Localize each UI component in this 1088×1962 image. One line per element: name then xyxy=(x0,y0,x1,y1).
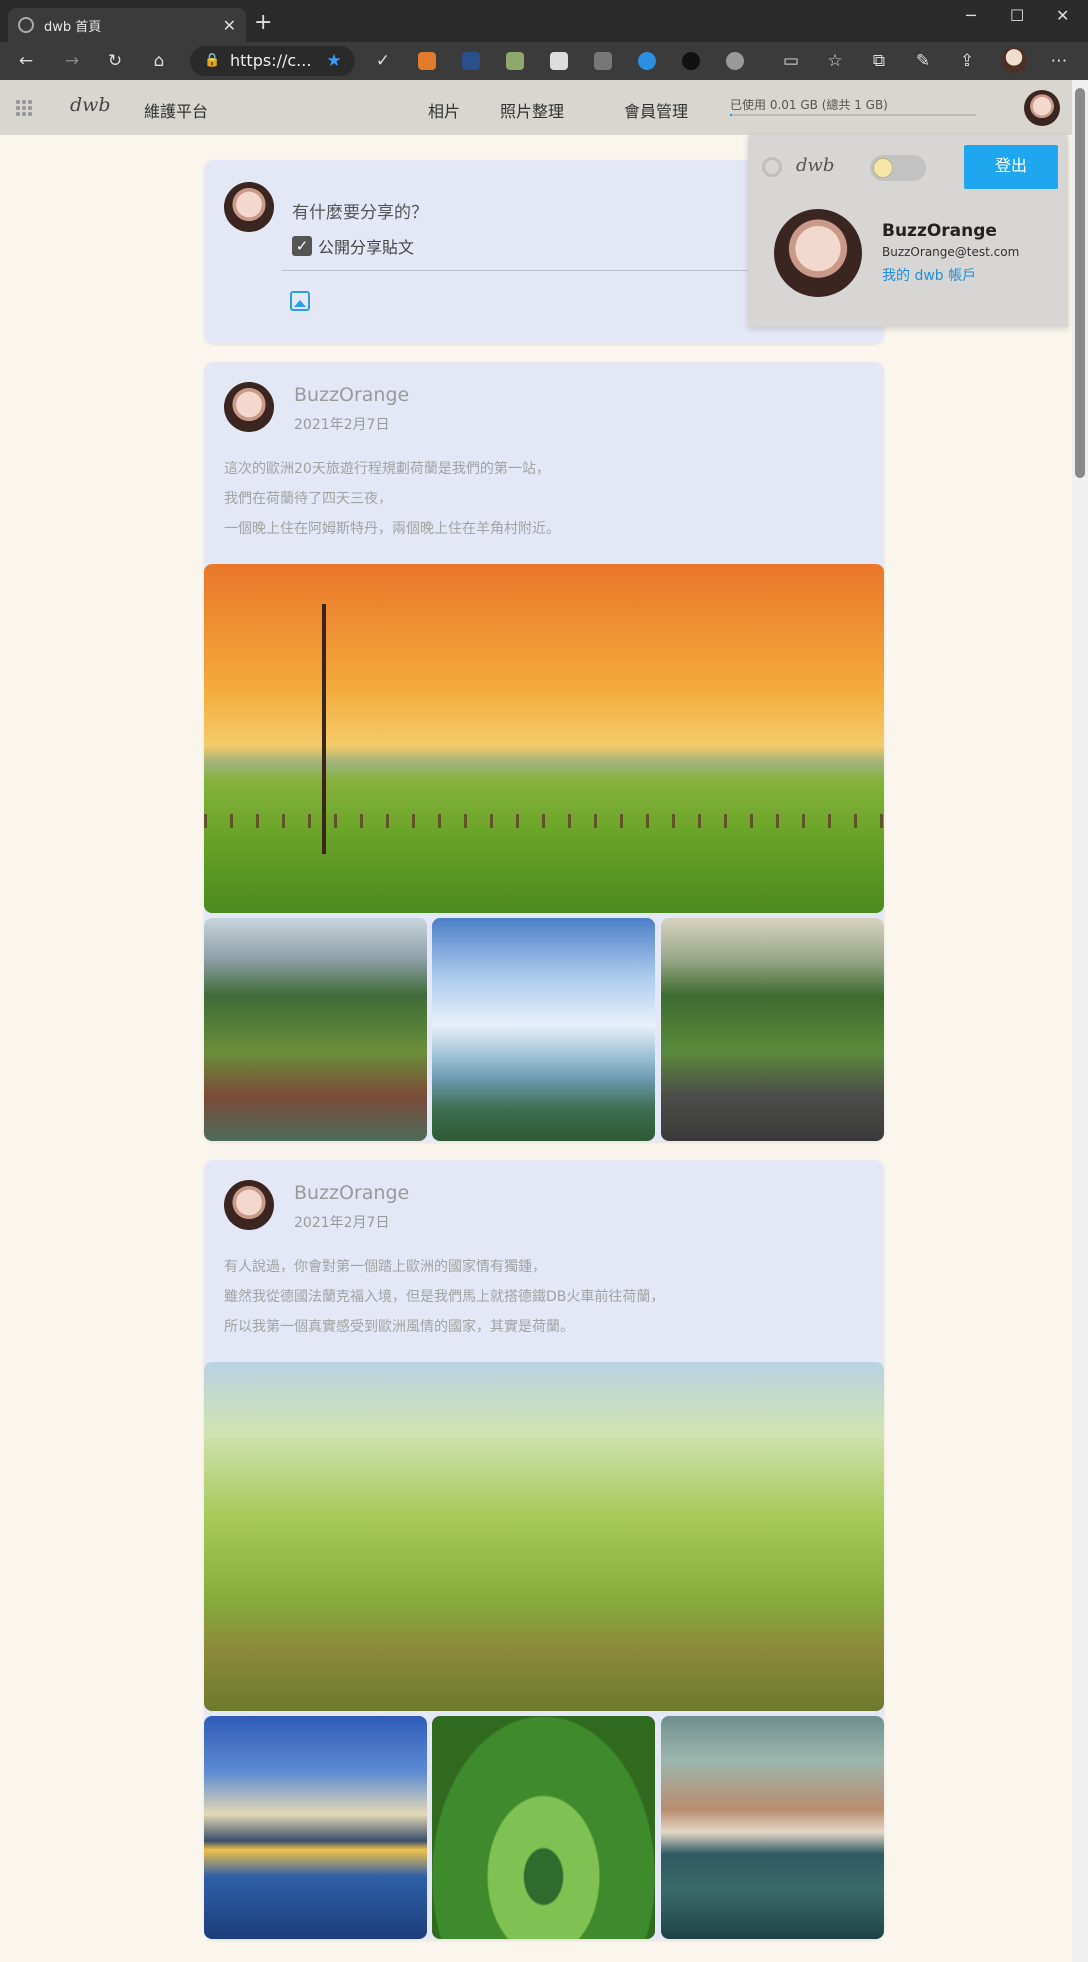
storage-usage-text: 已使用 0.01 GB (總共 1 GB) xyxy=(730,98,888,112)
post-text-line: 這次的歐洲20天旅遊行程規劃荷蘭是我們的第一站， xyxy=(224,461,550,477)
post-photo-thumb[interactable] xyxy=(661,1716,884,1939)
reload-icon[interactable]: ↻ xyxy=(104,50,126,72)
site-favicon-icon xyxy=(18,17,34,33)
post-text-line: 所以我第一個真實感受到歐洲風情的國家，其實是荷蘭。 xyxy=(224,1319,574,1335)
favorites-icon[interactable]: ☆ xyxy=(824,50,846,72)
post-photo-thumb[interactable] xyxy=(661,918,884,1141)
app-logo[interactable]: dwb xyxy=(70,94,111,116)
my-account-link[interactable]: 我的 dwb 帳戶 xyxy=(882,265,976,285)
scrollbar-thumb[interactable] xyxy=(1075,88,1085,478)
brand-title[interactable]: 維護平台 xyxy=(144,98,208,122)
post-body: 這次的歐洲20天旅遊行程規劃荷蘭是我們的第一站， 我們在荷蘭待了四天三夜， 一個… xyxy=(224,454,560,544)
post-photo-main[interactable] xyxy=(204,564,884,913)
nav-organize-photos[interactable]: 照片整理 xyxy=(500,98,564,122)
minimize-icon[interactable]: ─ xyxy=(966,6,976,25)
post-text-line: 我們在荷蘭待了四天三夜， xyxy=(224,491,392,507)
account-panel: dwb 登出 BuzzOrange BuzzOrange@test.com 我的… xyxy=(748,135,1068,327)
post-author[interactable]: BuzzOrange xyxy=(294,384,409,406)
moon-icon xyxy=(873,158,893,178)
extension-6-icon[interactable] xyxy=(638,52,656,70)
more-icon[interactable]: ⋯ xyxy=(1048,50,1070,72)
dwb-logo-icon xyxy=(762,157,782,177)
extension-2-icon[interactable] xyxy=(462,52,480,70)
forward-icon[interactable]: → xyxy=(61,50,83,72)
panel-email: BuzzOrange@test.com xyxy=(882,245,1020,259)
share-icon[interactable]: ⇪ xyxy=(956,50,978,72)
collections-icon[interactable]: ⧉ xyxy=(868,50,890,72)
post-avatar xyxy=(224,382,274,432)
panel-username: BuzzOrange xyxy=(882,221,997,241)
browser-profile-avatar[interactable] xyxy=(1001,47,1027,73)
edit-icon[interactable]: ✎ xyxy=(912,50,934,72)
post-author[interactable]: BuzzOrange xyxy=(294,1182,409,1204)
extension-3-icon[interactable] xyxy=(506,52,524,70)
extension-4-icon[interactable] xyxy=(550,52,568,70)
post-photo-thumb[interactable] xyxy=(432,918,655,1141)
panel-avatar xyxy=(774,209,862,297)
browser-toolbar: ← → ↻ ⌂ 🔒 https://c... ★ ✓ ▭ ☆ ⧉ ✎ ⇪ ⋯ xyxy=(0,42,1088,80)
post-avatar xyxy=(224,1180,274,1230)
post-photo-thumb[interactable] xyxy=(432,1716,655,1939)
tab-title: dwb 首頁 xyxy=(44,19,102,35)
panel-logo: dwb xyxy=(796,155,835,176)
app-launcher-icon[interactable] xyxy=(16,100,32,116)
post-card: BuzzOrange 2021年2月7日 有人說過，你會對第一個踏上歐洲的國家情… xyxy=(204,1160,884,1940)
post-photo-thumb[interactable] xyxy=(204,1716,427,1939)
page-scrollbar[interactable] xyxy=(1072,80,1088,1962)
extension-7-icon[interactable] xyxy=(682,52,700,70)
theme-toggle[interactable] xyxy=(870,155,926,181)
public-share-checkbox[interactable]: ✓ 公開分享貼文 xyxy=(292,234,414,258)
extension-1-icon[interactable] xyxy=(418,52,436,70)
shield-icon[interactable] xyxy=(594,52,612,70)
extension-check-icon[interactable]: ✓ xyxy=(372,50,394,72)
back-icon[interactable]: ← xyxy=(15,50,37,72)
extension-8-icon[interactable] xyxy=(726,52,744,70)
post-body: 有人說過，你會對第一個踏上歐洲的國家情有獨鍾， 雖然我從德國法蘭克福入境，但是我… xyxy=(224,1252,664,1342)
home-icon[interactable]: ⌂ xyxy=(148,50,170,72)
composer-avatar xyxy=(224,182,274,232)
window-close-icon[interactable]: ✕ xyxy=(1056,6,1069,25)
browser-tabbar: dwb 首頁 ✕ + ─ ☐ ✕ xyxy=(0,0,1088,42)
post-card: BuzzOrange 2021年2月7日 這次的歐洲20天旅遊行程規劃荷蘭是我們… xyxy=(204,362,884,1142)
post-date: 2021年2月7日 xyxy=(294,1215,390,1231)
url-text: https://c... xyxy=(230,51,312,70)
fence-illustration xyxy=(204,814,884,828)
composer-prompt[interactable]: 有什麼要分享的？ xyxy=(292,198,428,223)
lock-icon: 🔒 xyxy=(204,53,221,68)
logout-button[interactable]: 登出 xyxy=(964,145,1058,189)
add-image-icon[interactable] xyxy=(290,291,310,311)
maximize-icon[interactable]: ☐ xyxy=(1010,6,1024,25)
checkbox-checked-icon[interactable]: ✓ xyxy=(292,236,312,256)
close-tab-icon[interactable]: ✕ xyxy=(223,16,236,35)
post-date: 2021年2月7日 xyxy=(294,417,390,433)
favorite-star-icon[interactable]: ★ xyxy=(323,50,345,72)
post-photo-thumb[interactable] xyxy=(204,918,427,1141)
post-text-line: 一個晚上住在阿姆斯特丹，兩個晚上住在羊角村附近。 xyxy=(224,521,560,537)
storage-usage-bar xyxy=(730,114,976,116)
app-navbar: dwb 維護平台 相片 照片整理 會員管理 已使用 0.01 GB (總共 1 … xyxy=(0,80,1072,135)
browser-tab[interactable]: dwb 首頁 ✕ xyxy=(8,8,246,42)
user-avatar[interactable] xyxy=(1024,90,1060,126)
nav-member-management[interactable]: 會員管理 xyxy=(624,98,688,122)
post-photo-main[interactable] xyxy=(204,1362,884,1711)
public-share-label: 公開分享貼文 xyxy=(318,238,415,257)
post-text-line: 有人說過，你會對第一個踏上歐洲的國家情有獨鍾， xyxy=(224,1259,546,1275)
new-tab-button[interactable]: + xyxy=(254,10,272,35)
cast-icon[interactable]: ▭ xyxy=(780,50,802,72)
storage-usage-fill xyxy=(730,114,733,116)
nav-photos[interactable]: 相片 xyxy=(428,98,460,122)
post-text-line: 雖然我從德國法蘭克福入境，但是我們馬上就搭德鐵DB火車前往荷蘭， xyxy=(224,1289,665,1305)
